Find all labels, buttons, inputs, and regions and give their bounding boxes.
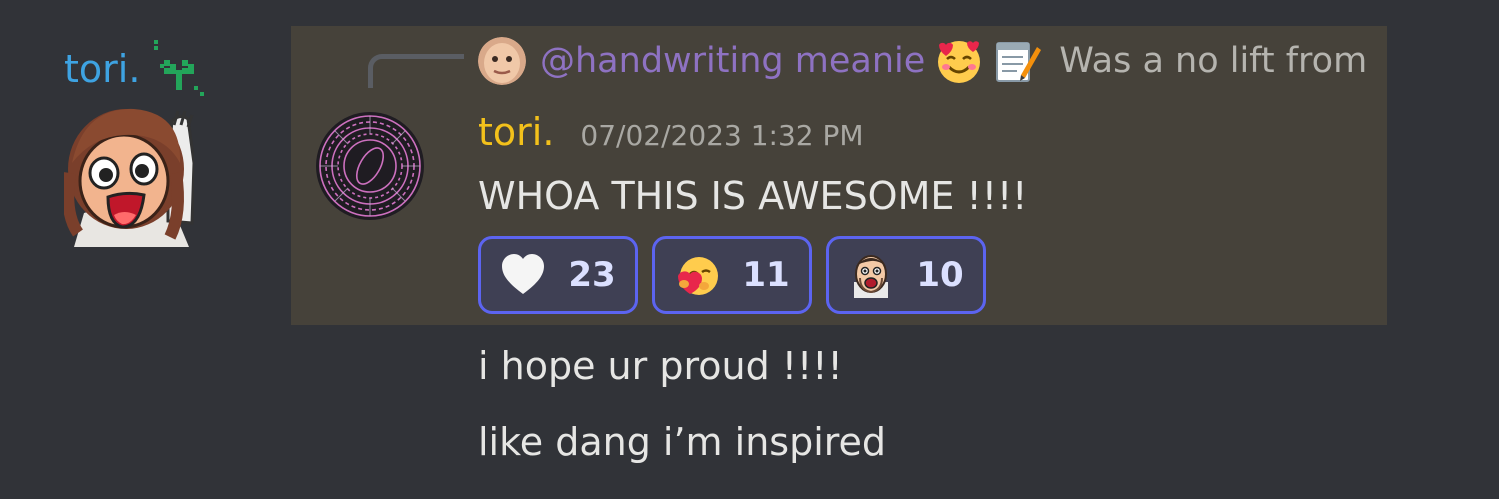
reply-mention[interactable]: @handwriting meanie <box>540 41 925 81</box>
reaction-count: 10 <box>916 255 964 295</box>
reaction-bar: 23 11 10 <box>478 236 986 314</box>
author-name[interactable]: tori. <box>64 50 140 88</box>
reply-preview-text: Was a no lift from <box>1059 41 1368 81</box>
followup-message: like dang i’m inspired <box>478 420 887 464</box>
message-author-name[interactable]: tori. <box>478 110 554 154</box>
heart-hug-icon <box>678 257 719 295</box>
reply-spine <box>368 54 464 88</box>
reaction-count: 23 <box>568 255 616 295</box>
message-text: WHOA THIS IS AWESOME !!!! <box>478 174 1028 218</box>
white-heart-icon <box>502 254 545 294</box>
reaction-heart-hug[interactable]: 11 <box>652 236 812 314</box>
shocked-face-icon <box>854 255 889 298</box>
message-author-header: tori. <box>64 40 206 98</box>
followup-message: i hope ur proud !!!! <box>478 344 843 388</box>
reply-reference[interactable]: @handwriting meanie Was a no lift from <box>478 32 1383 90</box>
message-avatar[interactable] <box>314 110 426 222</box>
author-avatar[interactable] <box>64 103 194 247</box>
reaction-count: 11 <box>742 255 790 295</box>
smiling-face-with-hearts-icon <box>938 41 981 83</box>
memo-icon <box>996 42 1042 82</box>
message-header: tori. 07/02/2023 1:32 PM <box>478 110 864 154</box>
sprout-icon <box>154 40 205 96</box>
chat-view: tori. @handwriting meanie Was a no lift … <box>0 0 1499 499</box>
message-timestamp[interactable]: 07/02/2023 1:32 PM <box>580 119 863 152</box>
reply-avatar <box>478 37 526 85</box>
reaction-heart[interactable]: 23 <box>478 236 638 314</box>
reaction-shocked[interactable]: 10 <box>826 236 986 314</box>
